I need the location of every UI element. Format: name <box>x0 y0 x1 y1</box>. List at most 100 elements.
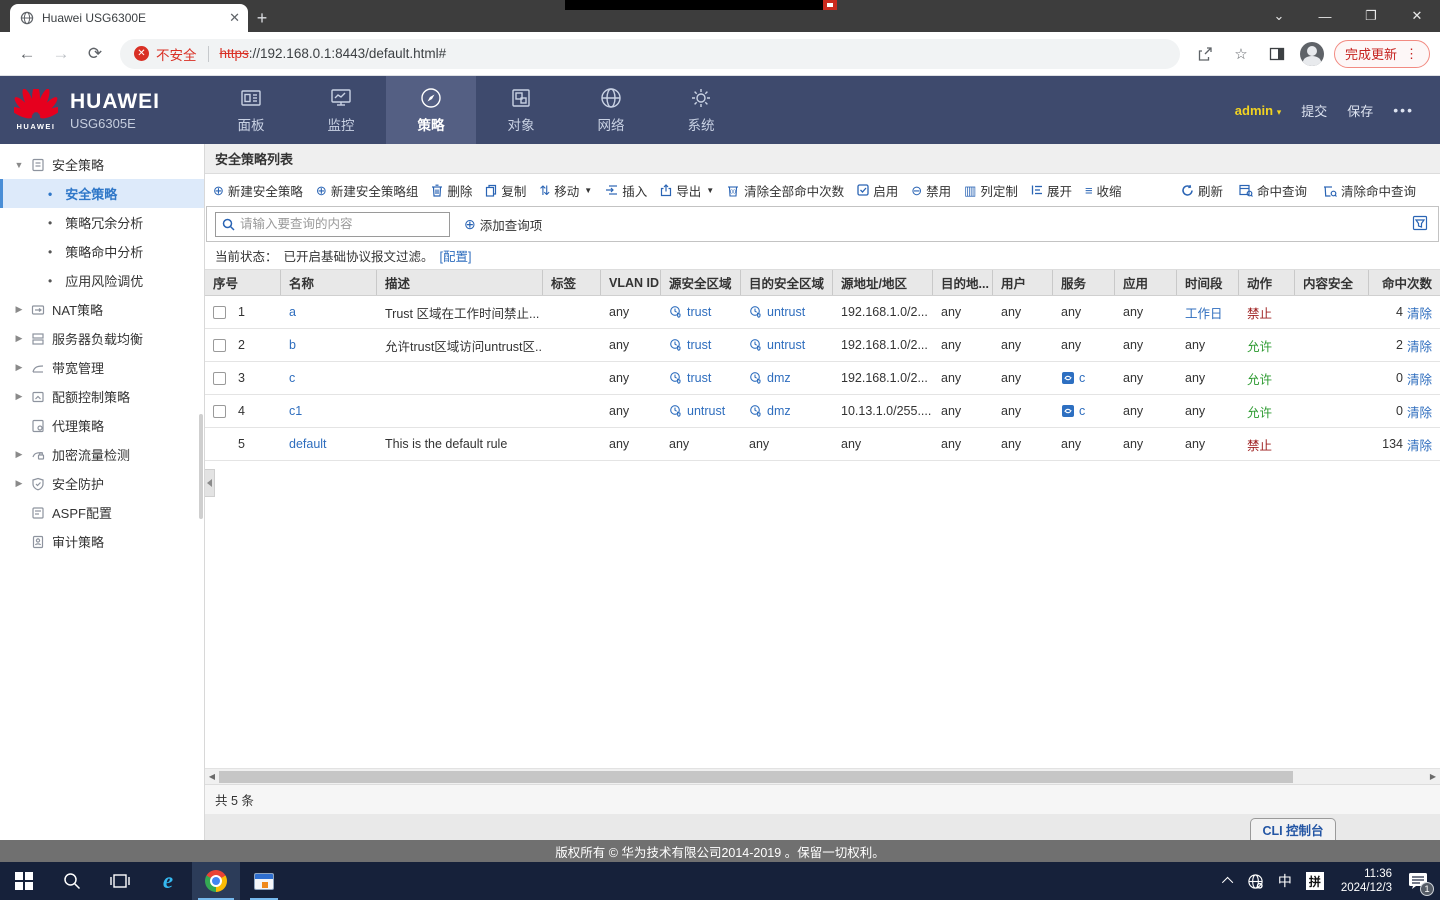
hit-query-button[interactable]: 命中查询 <box>1239 181 1307 200</box>
rule-name-link[interactable]: c1 <box>289 404 302 418</box>
dst-zone-link[interactable]: dmz <box>767 371 791 385</box>
col-src-zone[interactable]: 源安全区域 <box>661 270 741 295</box>
sidebar-scrollbar[interactable] <box>199 414 203 519</box>
save-button[interactable]: 保存 <box>1347 101 1373 120</box>
dst-zone-link[interactable]: untrust <box>767 305 805 319</box>
task-view-button[interactable] <box>96 862 144 900</box>
nav-monitor[interactable]: 监控 <box>296 76 386 144</box>
tree-collapsed-icon[interactable]: ▶ <box>14 304 24 315</box>
taskbar-clock[interactable]: 11:36 2024/12/3 <box>1331 867 1402 895</box>
clear-all-hits-button[interactable]: 00清除全部命中次数 <box>727 181 844 200</box>
nav-dashboard[interactable]: 面板 <box>206 76 296 144</box>
clear-hits-link[interactable]: 清除 <box>1407 369 1432 388</box>
header-more-icon[interactable]: ••• <box>1393 102 1414 118</box>
internet-explorer-button[interactable]: e <box>144 862 192 900</box>
scroll-left-icon[interactable]: ◀ <box>205 769 219 785</box>
col-name[interactable]: 名称 <box>281 270 377 295</box>
disable-button[interactable]: ⊖禁用 <box>911 181 951 200</box>
expand-button[interactable]: 展开 <box>1031 181 1072 200</box>
col-content-security[interactable]: 内容安全 <box>1295 270 1369 295</box>
tree-expanded-icon[interactable]: ▼ <box>14 160 24 170</box>
sidebar-item-proxy-policy[interactable]: 代理策略 <box>0 411 204 440</box>
collapse-button[interactable]: ≡收缩 <box>1085 181 1122 200</box>
search-input[interactable] <box>240 217 443 231</box>
clear-hits-link[interactable]: 清除 <box>1407 402 1432 421</box>
enable-button[interactable]: 启用 <box>857 181 898 200</box>
move-button[interactable]: ⇅移动▼ <box>539 181 592 200</box>
sidebar-item-security-protection[interactable]: ▶ 安全防护 <box>0 469 204 498</box>
sidebar-item-security-policy-parent[interactable]: ▼ 安全策略 <box>0 150 204 179</box>
sidebar-item-policy-redundancy[interactable]: •策略冗余分析 <box>0 208 204 237</box>
chrome-taskbar-button[interactable] <box>192 862 240 900</box>
col-schedule[interactable]: 时间段 <box>1177 270 1239 295</box>
bookmark-star-icon[interactable]: ☆ <box>1228 41 1254 67</box>
rule-name-link[interactable]: b <box>289 338 296 352</box>
src-zone-link[interactable]: trust <box>687 338 711 352</box>
update-chrome-button[interactable]: 完成更新 ⋮ <box>1334 40 1430 68</box>
taskbar-search-button[interactable] <box>48 862 96 900</box>
sidebar-item-encrypted-traffic[interactable]: ▶ 加密流量检测 <box>0 440 204 469</box>
submit-button[interactable]: 提交 <box>1301 101 1327 120</box>
src-zone-link[interactable]: untrust <box>687 404 725 418</box>
back-icon[interactable]: ← <box>10 37 44 71</box>
sidebar-item-bandwidth-mgmt[interactable]: ▶ 带宽管理 <box>0 353 204 382</box>
share-icon[interactable] <box>1192 41 1218 67</box>
col-dst-addr[interactable]: 目的地... <box>933 270 993 295</box>
schedule-link[interactable]: 工作日 <box>1185 303 1223 322</box>
refresh-button[interactable]: 刷新 <box>1181 181 1223 200</box>
user-menu[interactable]: admin <box>1235 103 1273 118</box>
ime-language-button[interactable]: 中 <box>1271 862 1299 900</box>
profile-avatar[interactable] <box>1300 42 1324 66</box>
clear-hits-link[interactable]: 清除 <box>1407 435 1432 454</box>
side-panel-icon[interactable] <box>1264 41 1290 67</box>
new-tab-button[interactable]: + <box>248 4 276 32</box>
tab-close-icon[interactable]: ✕ <box>229 10 240 26</box>
nav-objects[interactable]: 对象 <box>476 76 566 144</box>
sidebar-item-policy-hit-analysis[interactable]: •策略命中分析 <box>0 237 204 266</box>
tree-collapsed-icon[interactable]: ▶ <box>14 478 24 489</box>
not-secure-label[interactable]: 不安全 <box>156 44 197 64</box>
network-tray-button[interactable] <box>1240 862 1271 900</box>
sidebar-collapse-handle[interactable] <box>205 469 215 497</box>
window-chevron-icon[interactable]: ⌄ <box>1256 0 1302 32</box>
action-center-button[interactable]: 1 <box>1402 862 1440 900</box>
col-tag[interactable]: 标签 <box>543 270 601 295</box>
clear-hits-link[interactable]: 清除 <box>1407 336 1432 355</box>
tray-expand-button[interactable] <box>1218 862 1240 900</box>
rule-name-link[interactable]: c <box>289 371 295 385</box>
new-policy-button[interactable]: ⊕新建安全策略 <box>213 181 303 200</box>
sidebar-item-app-risk-tuning[interactable]: •应用风险调优 <box>0 266 204 295</box>
add-query-item-button[interactable]: ⊕添加查询项 <box>464 215 542 234</box>
col-vlan[interactable]: VLAN ID <box>601 270 661 295</box>
clear-hit-query-button[interactable]: 清除命中查询 <box>1323 181 1416 200</box>
sidebar-item-quota-control[interactable]: ▶ 配额控制策略 <box>0 382 204 411</box>
src-zone-link[interactable]: trust <box>687 371 711 385</box>
clear-hits-link[interactable]: 清除 <box>1407 303 1432 322</box>
nav-system[interactable]: 系统 <box>656 76 746 144</box>
tree-collapsed-icon[interactable]: ▶ <box>14 391 24 402</box>
src-zone-link[interactable]: trust <box>687 305 711 319</box>
tree-collapsed-icon[interactable]: ▶ <box>14 362 24 373</box>
col-app[interactable]: 应用 <box>1115 270 1177 295</box>
copy-button[interactable]: 复制 <box>485 181 526 200</box>
nav-policy[interactable]: 策略 <box>386 76 476 144</box>
col-src-addr[interactable]: 源地址/地区 <box>833 270 933 295</box>
window-maximize-icon[interactable]: ❐ <box>1348 0 1394 32</box>
sidebar-item-aspf-config[interactable]: ASPF配置 <box>0 498 204 527</box>
ime-pinyin-button[interactable]: 拼 <box>1299 862 1331 900</box>
app-window-button[interactable] <box>240 862 288 900</box>
forward-icon[interactable]: → <box>44 37 78 71</box>
rule-name-link[interactable]: a <box>289 305 296 319</box>
row-checkbox[interactable] <box>213 372 226 385</box>
reload-icon[interactable]: ⟳ <box>78 37 112 71</box>
start-button[interactable] <box>0 862 48 900</box>
overlay-stop-icon[interactable] <box>823 0 837 10</box>
sidebar-item-nat-policy[interactable]: ▶ NAT策略 <box>0 295 204 324</box>
cli-console-button[interactable]: CLI 控制台 <box>1250 818 1336 840</box>
row-checkbox[interactable] <box>213 405 226 418</box>
nav-network[interactable]: 网络 <box>566 76 656 144</box>
dst-zone-link[interactable]: untrust <box>767 338 805 352</box>
col-seq[interactable]: 序号 <box>205 270 281 295</box>
browser-menu-icon[interactable]: ⋮ <box>1405 46 1419 62</box>
rule-name-link[interactable]: default <box>289 437 327 451</box>
